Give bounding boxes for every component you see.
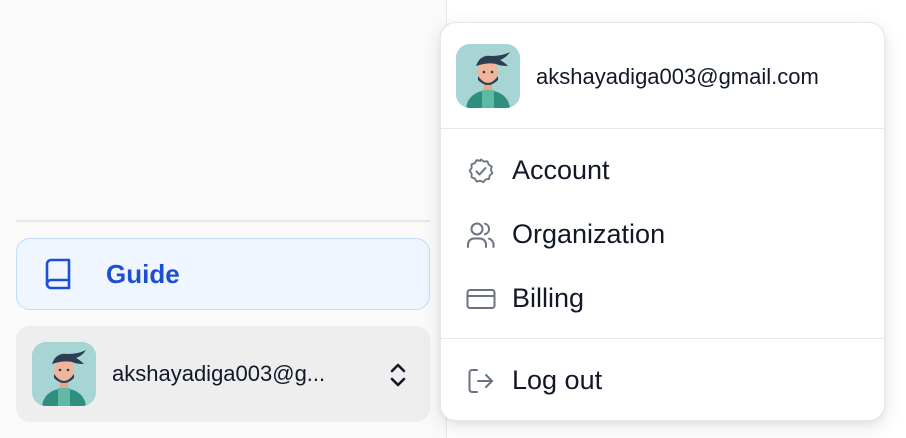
menu-user-email: akshayadiga003@gmail.com — [536, 64, 819, 89]
menu-divider — [440, 128, 885, 129]
log-out-icon — [468, 369, 493, 393]
users-icon — [467, 222, 495, 248]
menu-item-label: Organization — [512, 219, 666, 249]
menu-item-label: Log out — [512, 365, 603, 395]
menu-divider — [440, 338, 885, 339]
guide-label: Guide — [106, 259, 180, 289]
avatar — [32, 342, 96, 406]
chevron-up-down-icon[interactable] — [386, 360, 410, 390]
sidebar-divider — [16, 220, 430, 222]
book-icon — [45, 258, 71, 290]
menu-item-label: Account — [512, 155, 610, 185]
menu-avatar — [456, 44, 520, 108]
user-email: akshayadiga003@g... — [112, 361, 326, 386]
credit-card-icon — [466, 289, 496, 309]
badge-check-icon — [468, 158, 494, 184]
guide-button[interactable] — [16, 238, 430, 310]
menu-item-label: Billing — [512, 283, 585, 313]
